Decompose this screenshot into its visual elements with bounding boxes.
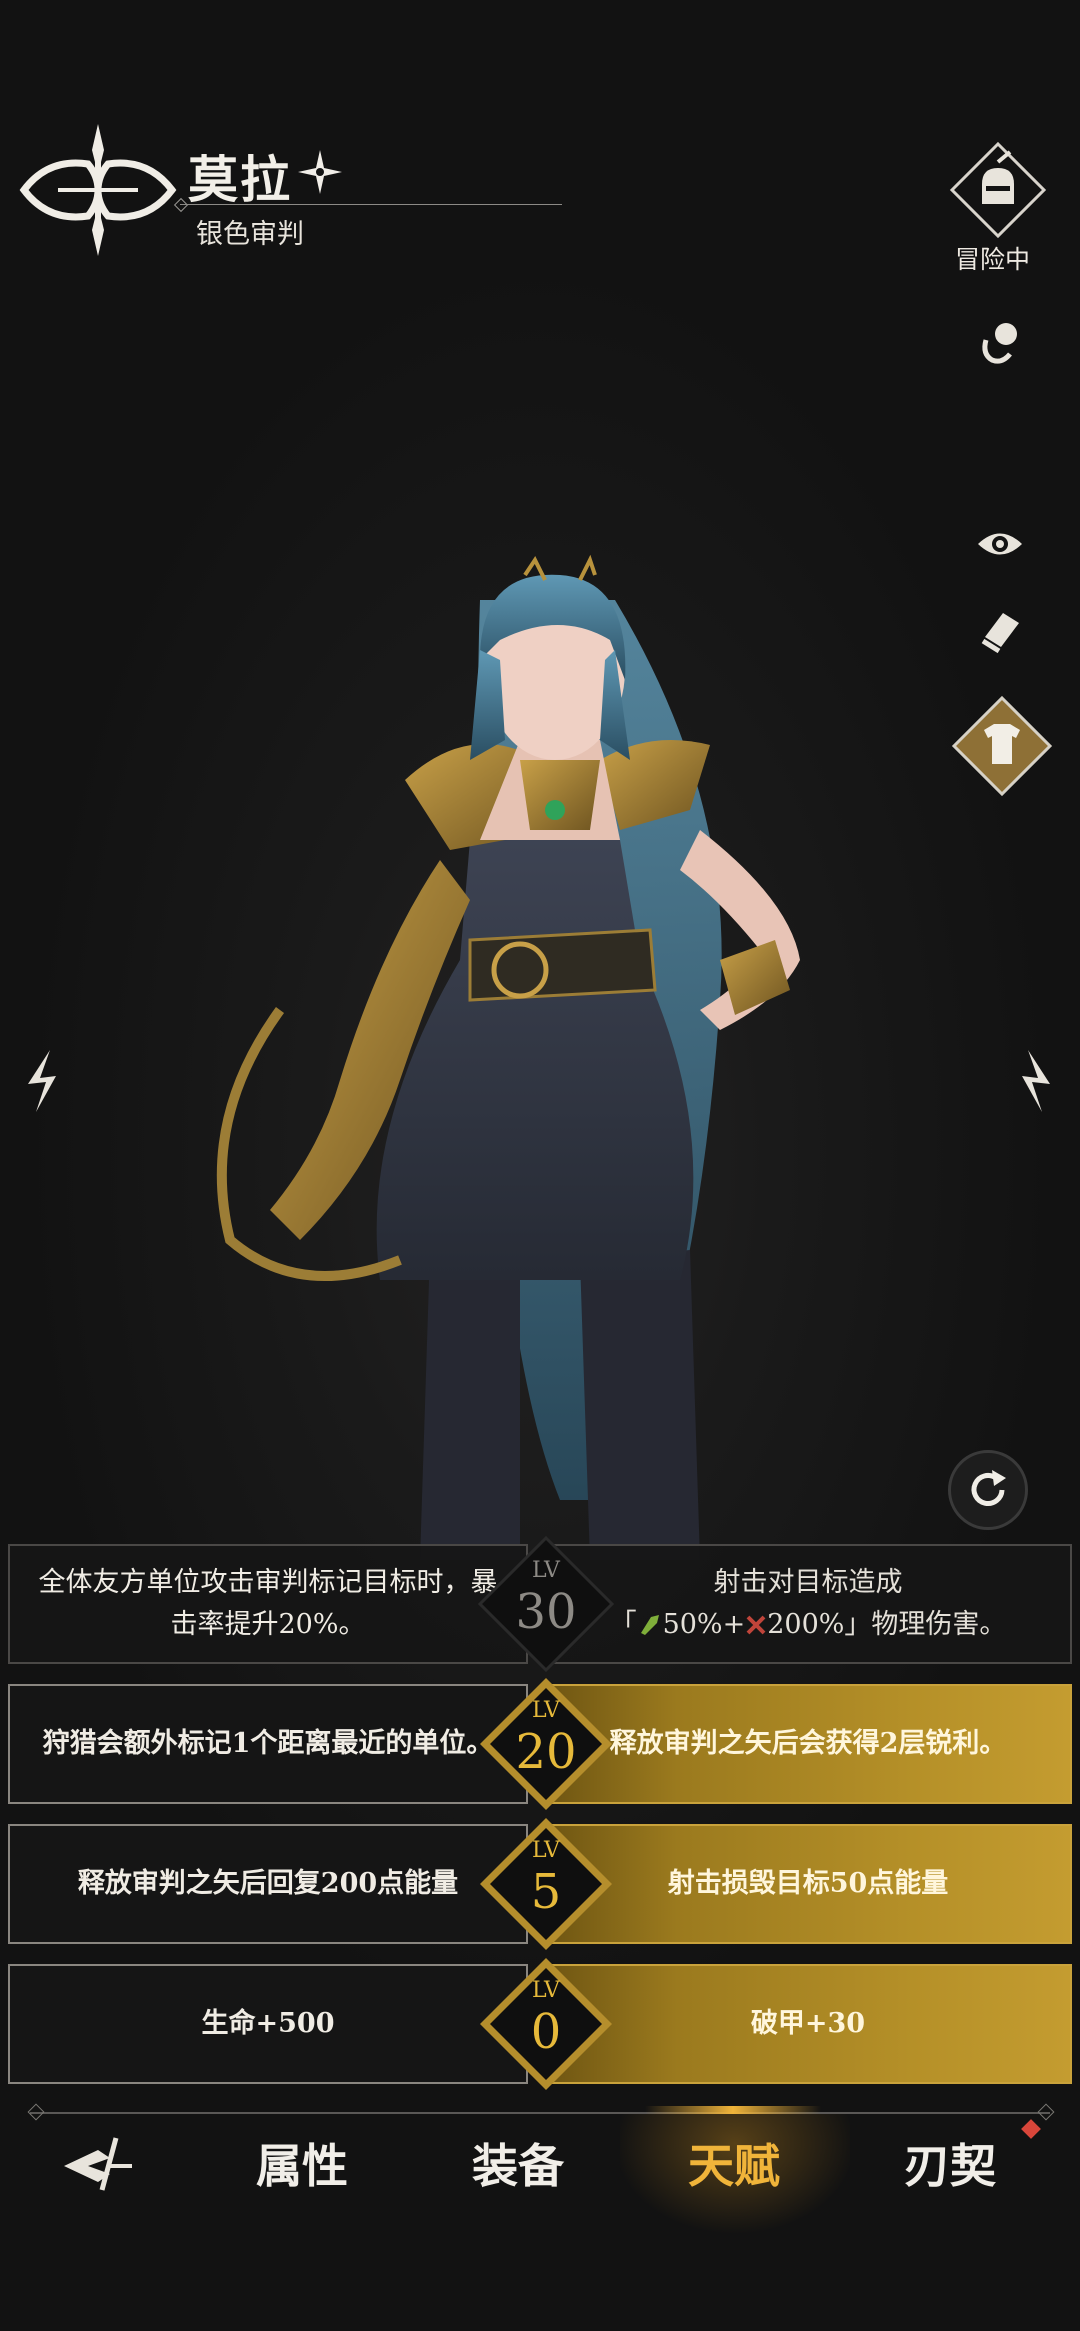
previous-character-arrow-icon[interactable] bbox=[20, 1046, 64, 1116]
talent-desc-line: 射击对目标造成 bbox=[713, 1567, 903, 1598]
knight-helmet-icon bbox=[949, 141, 1047, 239]
level-label: LV bbox=[532, 1698, 560, 1723]
level-number: 20 bbox=[515, 1724, 577, 1780]
name-divider bbox=[180, 204, 562, 205]
talent-option-left[interactable]: 生命+500 bbox=[8, 1964, 528, 2084]
voice-button[interactable] bbox=[970, 312, 1030, 372]
level-label: LV bbox=[532, 1978, 560, 2003]
active-tab-indicator bbox=[645, 2106, 821, 2114]
talent-row-lv30[interactable]: 全体友方单位攻击审判标记目标时，暴击率提升20%。 射击对目标造成 「50%+ 2… bbox=[8, 1536, 1072, 1672]
talent-desc-line: 「50%+ 200%」物理伤害。 bbox=[610, 1604, 1007, 1646]
talent-row-lv5[interactable]: 释放审判之矢后回复200点能量 射击损毁目标50点能量 LV 5 bbox=[8, 1818, 1072, 1950]
outfit-button[interactable] bbox=[950, 694, 1054, 798]
back-button-icon[interactable] bbox=[58, 2128, 138, 2198]
crossed-swords-icon bbox=[746, 1615, 766, 1635]
crossbow-class-icon bbox=[19, 124, 177, 256]
level-number: 0 bbox=[530, 2004, 562, 2060]
attack-scaling: 50%+ bbox=[662, 1609, 746, 1640]
talent-option-left[interactable]: 释放审判之矢后回复200点能量 bbox=[8, 1824, 528, 1944]
rotate-view-button[interactable] bbox=[948, 1450, 1028, 1530]
tab-blade-contract[interactable]: 刃契 bbox=[904, 2130, 996, 2196]
refresh-icon bbox=[971, 1470, 1006, 1506]
character-title: 银色审判 bbox=[196, 219, 304, 250]
outfit-icon bbox=[951, 695, 1053, 797]
talent-option-right[interactable]: 破甲+30 bbox=[544, 1964, 1072, 2084]
tab-talents[interactable]: 天赋 bbox=[688, 2130, 780, 2196]
microphone-icon bbox=[982, 323, 1017, 364]
talent-option-left[interactable]: 全体友方单位攻击审判标记目标时，暴击率提升20%。 bbox=[8, 1544, 528, 1664]
talent-row-lv0[interactable]: 生命+500 破甲+30 LV 0 bbox=[8, 1958, 1072, 2090]
star-rank-icon bbox=[298, 150, 342, 194]
eye-icon bbox=[978, 533, 1022, 555]
tab-attributes[interactable]: 属性 bbox=[256, 2130, 348, 2196]
view-toggle-button[interactable] bbox=[970, 516, 1030, 572]
level-label: LV bbox=[532, 1838, 560, 1863]
talent-option-right[interactable]: 射击损毁目标50点能量 bbox=[544, 1824, 1072, 1944]
talent-option-left[interactable]: 狩猎会额外标记1个距离最近的单位。 bbox=[8, 1684, 528, 1804]
character-name: 莫拉 bbox=[188, 150, 292, 209]
next-character-arrow-icon[interactable] bbox=[1014, 1046, 1058, 1116]
quote-close: 」物理伤害。 bbox=[844, 1609, 1007, 1640]
damage-scaling: 200% bbox=[767, 1609, 845, 1640]
adventure-status-button[interactable] bbox=[948, 140, 1048, 240]
level-number: 5 bbox=[530, 1864, 562, 1920]
talent-option-right[interactable]: 射击对目标造成 「50%+ 200%」物理伤害。 bbox=[544, 1544, 1072, 1664]
talent-option-right[interactable]: 释放审判之矢后会获得2层锐利。 bbox=[544, 1684, 1072, 1804]
talent-row-lv20[interactable]: 狩猎会额外标记1个距离最近的单位。 释放审判之矢后会获得2层锐利。 LV 20 bbox=[8, 1678, 1072, 1810]
story-button[interactable] bbox=[970, 600, 1030, 660]
bottom-nav-divider bbox=[30, 2112, 1050, 2114]
attack-stat-icon bbox=[640, 1615, 659, 1635]
tab-equipment[interactable]: 装备 bbox=[472, 2130, 564, 2196]
level-label: LV bbox=[532, 1558, 560, 1583]
adventure-status-label: 冒险中 bbox=[955, 245, 1031, 274]
level-number: 30 bbox=[515, 1584, 577, 1640]
book-icon bbox=[981, 613, 1019, 654]
